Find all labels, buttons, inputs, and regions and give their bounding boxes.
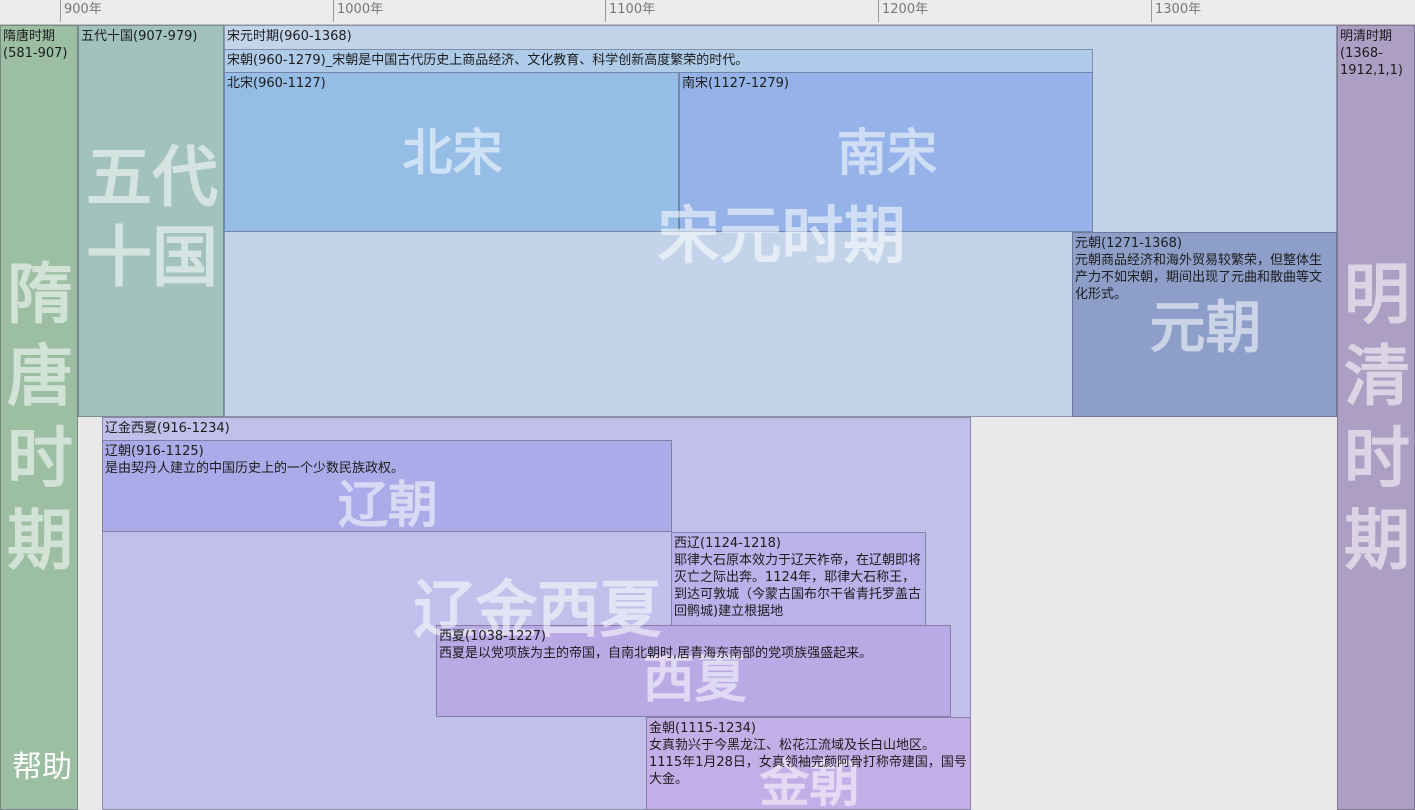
- period-description: 元朝商品经济和海外贸易较繁荣，但整体生产力不如宋朝，期间出现了元曲和散曲等文化形…: [1075, 253, 1323, 302]
- timeline-canvas[interactable]: 隋唐时期(581-907) 隋唐时期 五代十国(907-979) 五代十国 宋元…: [0, 25, 1415, 810]
- period-label: 辽金西夏(916-1234): [105, 421, 230, 436]
- period-label: 金朝(1115-1234) 女真勃兴于今黑龙江、松花江流域及长白山地区。1115…: [649, 720, 968, 788]
- period-title: 西夏(1038-1227): [439, 629, 547, 644]
- period-label: 北宋(960-1127): [227, 76, 326, 91]
- period-block-songchao[interactable]: 宋朝(960-1279)_宋朝是中国古代历史上商品经济、文化教育、科学创新高度繁…: [224, 49, 1093, 73]
- ruler-tick: 1300年: [1151, 0, 1201, 22]
- ruler-tick: 1000年: [333, 0, 383, 22]
- period-label: 明清时期(1368-1912,1,1): [1340, 29, 1403, 78]
- period-title: 西辽(1124-1218): [674, 536, 782, 551]
- period-watermark: 元朝: [1149, 296, 1262, 361]
- period-title: 金朝(1115-1234): [649, 721, 757, 736]
- period-label: 宋元时期(960-1368): [227, 29, 352, 44]
- period-watermark: 辽朝: [338, 476, 438, 532]
- period-watermark: 隋唐时期: [7, 256, 73, 579]
- period-block-xixia[interactable]: 西夏(1038-1227) 西夏是以党项族为主的帝国，自南北朝时,居青海东南部的…: [436, 625, 951, 717]
- period-block-jin[interactable]: 金朝(1115-1234) 女真勃兴于今黑龙江、松花江流域及长白山地区。1115…: [646, 717, 971, 810]
- period-label: 西夏(1038-1227) 西夏是以党项族为主的帝国，自南北朝时,居青海东南部的…: [439, 628, 948, 662]
- period-label: 西辽(1124-1218) 耶律大石原本效力于辽天祚帝，在辽朝即将灭亡之际出奔。…: [674, 535, 923, 620]
- period-watermark: 五代十国: [86, 139, 218, 296]
- period-label: 南宋(1127-1279): [682, 76, 790, 91]
- period-label: 辽朝(916-1125) 是由契丹人建立的中国历史上的一个少数民族政权。: [105, 443, 669, 477]
- period-watermark: 北宋: [402, 124, 503, 182]
- period-label: 宋朝(960-1279)_宋朝是中国古代历史上商品经济、文化教育、科学创新高度繁…: [227, 53, 749, 68]
- period-block-wudai[interactable]: 五代十国(907-979) 五代十国: [78, 25, 224, 417]
- period-block-suitang[interactable]: 隋唐时期(581-907) 隋唐时期: [0, 25, 78, 810]
- period-block-liao[interactable]: 辽朝(916-1125) 是由契丹人建立的中国历史上的一个少数民族政权。 辽朝: [102, 440, 672, 532]
- period-block-mingqing[interactable]: 明清时期(1368-1912,1,1) 明清时期: [1337, 25, 1415, 810]
- period-label: 五代十国(907-979): [81, 29, 198, 44]
- period-description: 是由契丹人建立的中国历史上的一个少数民族政权。: [105, 461, 405, 476]
- period-title: 元朝(1271-1368): [1075, 236, 1183, 251]
- period-label: 元朝(1271-1368) 元朝商品经济和海外贸易较繁荣，但整体生产力不如宋朝，…: [1075, 235, 1334, 303]
- period-block-xiliao[interactable]: 西辽(1124-1218) 耶律大石原本效力于辽天祚帝，在辽朝即将灭亡之际出奔。…: [671, 532, 926, 627]
- period-description: 西夏是以党项族为主的帝国，自南北朝时,居青海东南部的党项族强盛起来。: [439, 646, 873, 661]
- period-block-yuan[interactable]: 元朝(1271-1368) 元朝商品经济和海外贸易较繁荣，但整体生产力不如宋朝，…: [1072, 232, 1337, 417]
- help-button[interactable]: 帮助: [12, 742, 72, 786]
- time-ruler: 900年 1000年 1100年 1200年 1300年: [0, 0, 1415, 25]
- period-watermark: 明清时期: [1344, 256, 1410, 579]
- ruler-tick: 1100年: [605, 0, 655, 22]
- period-description: 耶律大石原本效力于辽天祚帝，在辽朝即将灭亡之际出奔。1124年，耶律大石称王，到…: [674, 553, 922, 619]
- period-watermark: 南宋: [837, 124, 937, 182]
- period-label: 隋唐时期(581-907): [3, 29, 68, 61]
- period-description: 女真勃兴于今黑龙江、松花江流域及长白山地区。1115年1月28日，女真领袖完颜阿…: [649, 738, 967, 787]
- ruler-tick: 900年: [60, 0, 102, 22]
- period-title: 辽朝(916-1125): [105, 444, 204, 459]
- ruler-tick: 1200年: [878, 0, 928, 22]
